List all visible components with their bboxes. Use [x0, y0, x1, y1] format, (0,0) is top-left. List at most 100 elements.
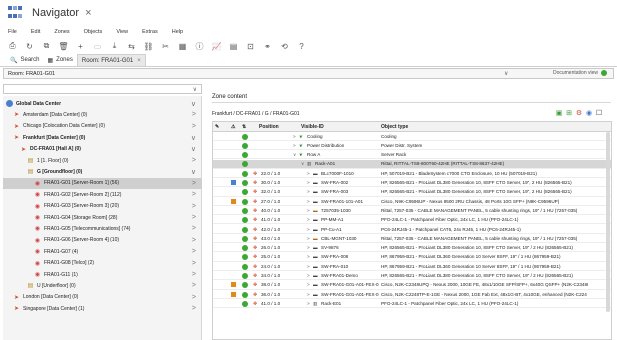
tree-item[interactable]: ◉ FRA01-G08 [Telco] (2) > — [3, 258, 202, 269]
add-icon[interactable]: + — [74, 40, 87, 52]
table-row[interactable]: ✥ 22.0 / 1.0 > ▬ BLc7000F-1010 HP, 507019-B21… — [213, 169, 611, 178]
chevron-right-icon[interactable]: > — [192, 294, 196, 301]
chevron-right-icon[interactable]: > — [293, 134, 296, 139]
chevron-right-icon[interactable]: > — [307, 180, 310, 185]
chevron-right-icon[interactable]: > — [307, 236, 310, 241]
maximize-icon[interactable]: ☐ — [595, 109, 603, 117]
chevron-right-icon[interactable]: > — [192, 191, 196, 198]
table-row[interactable]: ✥ 43.0 / 1.0 > ▬ CBL-MGNT-1030 Rittal, 7257-0… — [213, 234, 611, 244]
chevron-right-icon[interactable]: > — [192, 282, 196, 289]
chevron-right-icon[interactable]: > — [307, 217, 310, 222]
export-icon[interactable]: ▣ — [555, 109, 563, 117]
table-row[interactable]: ∨ ▥ Rack-A01 Rittal, RITTAL-TS8-800T60-42HE… — [213, 159, 611, 169]
table-icon[interactable]: ▦ — [176, 40, 189, 52]
tree-item[interactable]: ◉ FRA01-G03 [Server-Room 3] (20) > — [3, 201, 202, 212]
tree-item[interactable]: ➤ London [Data Center] (0) > — [3, 292, 202, 303]
tag-icon[interactable]: ⊡ — [244, 40, 257, 52]
share-icon[interactable]: ⚭ — [261, 40, 274, 52]
chevron-right-icon[interactable]: > — [307, 208, 310, 213]
tree-item[interactable]: Global Data Center ∨ — [3, 98, 202, 109]
unlink-icon[interactable]: ✂ — [159, 40, 172, 52]
menu-file[interactable]: File — [8, 29, 17, 35]
chevron-right-icon[interactable]: > — [192, 111, 196, 118]
tree-item[interactable]: ▤ U [Underfloor] (0) > — [3, 280, 202, 291]
settings-icon[interactable]: ⚙ — [575, 109, 583, 117]
table-row[interactable]: ✥ 30.0 / 1.0 > ▬ SW-FRA-002 HP, 826565-B21 - … — [213, 179, 611, 188]
chevron-right-icon[interactable]: > — [307, 254, 310, 259]
scrollbar[interactable] — [606, 132, 610, 312]
chevron-right-icon[interactable]: > — [307, 282, 310, 287]
tab-room[interactable]: Room: FRA01-G01 × — [76, 54, 146, 66]
chevron-right-icon[interactable]: > — [192, 157, 196, 164]
chart-icon[interactable]: 📈 — [210, 40, 223, 52]
close-tab-icon[interactable]: × — [85, 7, 91, 19]
download-icon[interactable]: ⤓ — [108, 40, 121, 52]
cell-visible-id[interactable]: 7257035-1030 — [321, 208, 351, 213]
col-position[interactable]: Position — [259, 124, 279, 130]
chevron-right-icon[interactable]: > — [307, 292, 310, 297]
chevron-right-icon[interactable]: > — [307, 189, 310, 194]
table-row[interactable]: ✥ 42.0 / 1.0 > ▬ PP-Cu-A1 PC6-24RJ45-1 - Patc… — [213, 225, 611, 234]
history-icon[interactable]: ⟲ — [278, 40, 291, 52]
table-row[interactable]: ∨ ❦ Row A Server Rack — [213, 151, 611, 160]
cell-visible-id[interactable]: SW-FRA01-Demo — [321, 273, 358, 278]
menu-view[interactable]: View — [116, 29, 128, 35]
chevron-right-icon[interactable]: > — [307, 273, 310, 278]
menu-zones[interactable]: Zones — [54, 29, 69, 35]
chevron-right-icon[interactable]: > — [192, 237, 196, 244]
documentation-view-toggle[interactable]: Documentation view — [553, 70, 607, 76]
tree-item[interactable]: ◉ FRA01-G04 [Storage Room] (28) > — [3, 212, 202, 223]
add-icon[interactable]: ⊞ — [565, 109, 573, 117]
tree-item[interactable]: ◉ FRA01-G05 [Telecommunications] (74) > — [3, 223, 202, 234]
table-row[interactable]: ✥ 26.0 / 1.0 > ▬ SV-9876 HP, 826565-B21 - Pro… — [213, 244, 611, 253]
chevron-down-icon[interactable]: ∨ — [191, 145, 196, 153]
menu-edit[interactable]: Edit — [31, 29, 40, 35]
chevron-down-icon[interactable]: ∨ — [191, 134, 196, 142]
tree-item[interactable]: ▤ G [Groundfloor] (0) ∨ — [3, 166, 202, 177]
tree-item[interactable]: ➤ Chicago [Colocation Data Center] (0) > — [3, 121, 202, 132]
table-row[interactable]: ✥ 41.0 / 1.0 > ▬ PP-MM-A1 PFO-24LC-1 - Patchp… — [213, 216, 611, 225]
chevron-right-icon[interactable]: > — [307, 227, 310, 232]
menu-help[interactable]: Help — [172, 29, 183, 35]
chevron-right-icon[interactable]: > — [192, 203, 196, 210]
tree-item[interactable]: ◉ FRA01-G11 (1) > — [3, 269, 202, 280]
print-icon[interactable]: ⎙ — [6, 40, 19, 52]
table-row[interactable]: ✥ 36.0 / 1.0 > ▬ SW-FRA01-G01-A01-FEX-0 Cisco… — [213, 290, 611, 299]
chevron-down-icon[interactable]: ∨ — [191, 168, 196, 176]
move-icon[interactable]: ⇆ — [125, 40, 138, 52]
table-row[interactable]: ✥ 41.0 / 1.0 > ▥ Rack-E01 PFO-24LC-1 - Patchp… — [213, 299, 611, 309]
cell-visible-id[interactable]: PP-MM-A1 — [321, 217, 343, 222]
cell-visible-id[interactable]: Power Distribution — [307, 143, 344, 148]
tab-zones[interactable]: ▦ Zones — [44, 54, 77, 66]
col-icon-status[interactable]: ⚠ — [231, 124, 235, 130]
copy-icon[interactable]: ⧉ — [40, 40, 53, 52]
chevron-right-icon[interactable]: > — [192, 305, 196, 312]
cell-visible-id[interactable]: BLc7000F-1010 — [321, 171, 354, 176]
chevron-right-icon[interactable]: > — [192, 248, 196, 255]
chevron-right-icon[interactable]: > — [293, 143, 296, 148]
chevron-right-icon[interactable]: > — [307, 245, 310, 250]
zone-filter-select[interactable]: ∨ — [3, 84, 202, 94]
delete-icon[interactable]: 🗑 — [57, 40, 70, 52]
cell-visible-id[interactable]: PP-Cu-A1 — [321, 227, 342, 232]
tree-item[interactable]: ➤ DC-FRA01 [Hall A] (0) ∨ — [3, 144, 202, 155]
calendar-icon[interactable]: ▤ — [227, 40, 240, 52]
cell-visible-id[interactable]: SW-FRA01-G01-A01-FEX-0 — [321, 282, 379, 287]
chevron-down-icon[interactable]: ∨ — [301, 161, 304, 167]
cell-visible-id[interactable]: CBL-MGNT-1030 — [321, 236, 357, 241]
chevron-right-icon[interactable]: > — [307, 199, 310, 204]
cell-visible-id[interactable]: SW-FRA01-G01-A01-FEX-0 — [321, 292, 379, 297]
tree-item[interactable]: ◉ FRA01-G07 (4) > — [3, 246, 202, 257]
tree-item[interactable]: ◉ FRA01-G01 [Server-Room 1] (56) > — [3, 177, 202, 189]
cell-visible-id[interactable]: SW-FRA-003 — [321, 189, 348, 194]
chevron-right-icon[interactable]: > — [307, 171, 310, 176]
cell-visible-id[interactable]: Rack-E01 — [321, 301, 341, 306]
chevron-down-icon[interactable]: ∨ — [293, 152, 296, 158]
cell-visible-id[interactable]: Rack-A01 — [315, 161, 335, 166]
menu-objects[interactable]: Objects — [84, 29, 103, 35]
cell-visible-id[interactable]: SV-9876 — [321, 245, 339, 250]
tree-item[interactable]: ➤ Singapore [Data Center] (1) > — [3, 303, 202, 314]
close-icon[interactable]: × — [137, 58, 141, 64]
tree-item[interactable]: ◉ FRA01-G02 [Server-Room 2] (112) > — [3, 189, 202, 200]
info-icon[interactable]: ⓘ — [193, 40, 206, 52]
